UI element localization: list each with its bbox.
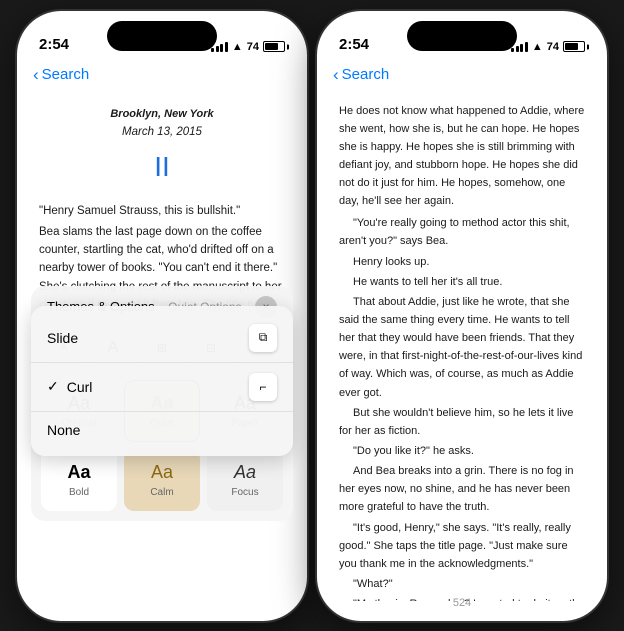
theme-calm-aa: Aa: [151, 462, 173, 483]
battery-percent-left: 74: [247, 41, 259, 53]
theme-focus[interactable]: Aa Focus: [207, 449, 283, 511]
battery-fill-left: [265, 43, 278, 50]
dynamic-island: [107, 21, 217, 51]
battery-icon-left: [263, 41, 285, 52]
right-para-6: "Do you like it?" he asks.: [339, 442, 585, 460]
slide-item-right-slide: ⧉: [249, 324, 277, 352]
theme-focus-label: Focus: [231, 487, 258, 498]
slide-icon-slide: ⧉: [249, 324, 277, 352]
right-para-2: Henry looks up.: [339, 253, 585, 271]
right-para-9: "What?": [339, 575, 585, 593]
signal-bar-r3: [520, 44, 523, 52]
back-button-right[interactable]: ‹ Search: [333, 65, 389, 85]
theme-calm[interactable]: Aa Calm: [124, 449, 200, 511]
book-date: March 13, 2015: [39, 123, 285, 141]
book-para-0: "Henry Samuel Strauss, this is bullshit.…: [39, 202, 285, 220]
slide-label-slide: Slide: [47, 330, 78, 346]
slide-label-none: None: [47, 422, 80, 438]
signal-bar-4: [225, 42, 228, 52]
theme-bold-aa: Aa: [67, 462, 90, 483]
right-para-5: But she wouldn't believe him, so he lets…: [339, 404, 585, 440]
signal-bar-2: [216, 46, 219, 52]
battery-fill-right: [565, 43, 578, 50]
back-button-left[interactable]: ‹ Search: [33, 65, 89, 85]
signal-bar-r1: [511, 48, 514, 52]
checkmark-curl: ✓: [47, 378, 59, 395]
back-chevron-left: ‹: [33, 65, 39, 85]
back-label-right: Search: [342, 66, 390, 83]
signal-bar-r2: [516, 46, 519, 52]
battery-percent-right: 74: [547, 41, 559, 53]
slide-menu-panel: Slide ⧉ ✓ Curl ⌐ None: [31, 306, 293, 456]
left-phone: 2:54 ▲ 74 ‹ Search: [17, 11, 307, 621]
right-para-4: That about Addie, just like he wrote, th…: [339, 293, 585, 402]
slide-item-right-curl: ⌐: [249, 373, 277, 401]
right-phone: 2:54 ▲ 74 ‹ Search: [317, 11, 607, 621]
wifi-icon-right: ▲: [532, 41, 543, 53]
dynamic-island-right: [407, 21, 517, 51]
slide-item-none[interactable]: None: [31, 412, 293, 448]
right-para-3: He wants to tell her it's all true.: [339, 273, 585, 291]
slide-item-curl[interactable]: ✓ Curl ⌐: [31, 363, 293, 411]
nav-bar-left: ‹ Search: [17, 61, 307, 93]
wifi-icon: ▲: [232, 41, 243, 53]
signal-bar-3: [220, 44, 223, 52]
status-time-left: 2:54: [39, 36, 69, 53]
status-icons-left: ▲ 74: [211, 41, 285, 53]
status-icons-right: ▲ 74: [511, 41, 585, 53]
right-para-1: "You're really going to method actor thi…: [339, 214, 585, 250]
theme-bold-label: Bold: [69, 487, 89, 498]
theme-focus-aa: Aa: [234, 462, 256, 483]
book-content-right: He does not know what happened to Addie,…: [317, 96, 607, 601]
right-para-7: And Bea breaks into a grin. There is no …: [339, 462, 585, 516]
phones-container: 2:54 ▲ 74 ‹ Search: [17, 11, 607, 621]
theme-bold[interactable]: Aa Bold: [41, 449, 117, 511]
slide-icon-curl: ⌐: [249, 373, 277, 401]
right-para-8: "It's good, Henry," she says. "It's real…: [339, 519, 585, 573]
status-time-right: 2:54: [339, 36, 369, 53]
book-title-section: Brooklyn, New York March 13, 2015 II: [39, 106, 285, 191]
chapter-number: II: [39, 145, 285, 190]
right-para-0: He does not know what happened to Addie,…: [339, 102, 585, 211]
back-label-left: Search: [42, 66, 90, 83]
battery-icon-right: [563, 41, 585, 52]
slide-item-slide[interactable]: Slide ⧉: [31, 314, 293, 362]
book-location: Brooklyn, New York: [39, 106, 285, 124]
theme-calm-label: Calm: [150, 487, 173, 498]
back-chevron-right: ‹: [333, 65, 339, 85]
signal-bar-r4: [525, 42, 528, 52]
page-number-right: 524: [453, 597, 471, 609]
slide-label-curl: Curl: [67, 379, 93, 395]
nav-bar-right: ‹ Search: [317, 61, 607, 93]
signal-bar-1: [211, 48, 214, 52]
